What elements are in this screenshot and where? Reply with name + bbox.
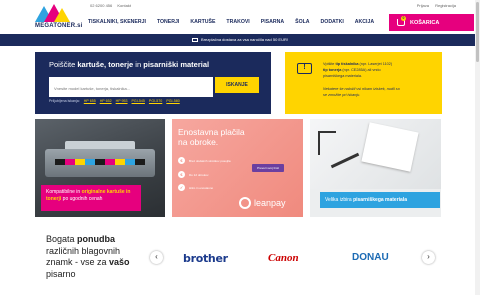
search-input[interactable] — [49, 80, 213, 97]
leanpay-logo-icon — [239, 197, 251, 209]
nav-item-printers[interactable]: TISKALNIKI, SKENERJI — [88, 19, 146, 25]
check-limit-button[interactable]: Preveri svoj limit — [252, 164, 284, 172]
popular-searches: Priljubljena iskanja: HP 655 HP 652 HP 9… — [49, 99, 180, 103]
phone-link[interactable]: 02 6200 456 — [90, 3, 112, 8]
search-title-part: kartuše, tonerje — [77, 60, 134, 69]
popular-tag[interactable]: HP 652 — [100, 99, 112, 103]
benefit-text: Do 12 obrokov — [189, 172, 209, 177]
main-nav: TISKALNIKI, SKENERJI TONERJI KARTUŠE TRA… — [88, 19, 374, 25]
caption-text: pisarniškega materiala — [353, 197, 407, 203]
lamp-image — [318, 131, 336, 155]
promo-caption: Kompatibilne in originalne kartuše in to… — [41, 185, 141, 211]
carousel-prev-button[interactable]: ‹ — [150, 251, 163, 264]
search-title-part: Poiščite — [49, 60, 78, 69]
search-title: Poiščite kartuše, tonerje in pisarniški … — [49, 60, 209, 69]
benefit-text: Hitro in enostavno — [189, 185, 214, 190]
contact-bar: 02 6200 456 Kontakt — [90, 3, 135, 8]
page-scrollbar[interactable] — [475, 0, 480, 295]
logo-text: MEGATONER.si — [35, 23, 83, 29]
header: MEGATONER.si 02 6200 456 Kontakt Prijava… — [0, 0, 480, 34]
promo-card-leanpay[interactable]: Enostavna plačila na obroke. € Brez dodatn… — [172, 119, 303, 217]
tip-text: tip tiskalnika — [335, 62, 359, 66]
tip-line: Nekatere še naložil vsi nikam iziskek, n… — [323, 87, 400, 91]
brand-logo-canon[interactable]: Canon — [268, 252, 299, 264]
caption-text: po ugodnih cenah — [61, 195, 103, 202]
nav-item-sale[interactable]: AKCIJA — [355, 19, 374, 25]
tip-line: tip tonerja (npr. CE285A) ali vrsto — [323, 68, 381, 72]
nav-item-school[interactable]: ŠOLA — [295, 19, 309, 25]
caption-text: Velika izbira — [325, 197, 354, 203]
nav-item-accessories[interactable]: DODATKI — [321, 19, 344, 25]
caption-text: Kompatibilne in — [46, 189, 82, 195]
benefit-row: € Brez dodatnih stroškov posojila — [178, 157, 231, 164]
popular-tag[interactable]: PGI-570 — [149, 99, 162, 103]
promo-caption: Velika izbira pisarniškega materiala — [320, 192, 440, 208]
carousel-next-button[interactable]: › — [422, 251, 435, 264]
scrollbar-thumb[interactable] — [476, 2, 479, 62]
promo-card-cartridges[interactable]: Kompatibilne in originalne kartuše in to… — [35, 119, 165, 217]
benefit-row: € Do 12 obrokov — [178, 171, 209, 178]
cart-count-badge: 0 — [401, 16, 406, 21]
leanpay-logo-text: leanpay — [254, 198, 286, 208]
search-box — [49, 77, 213, 97]
info-icon: ! — [297, 63, 312, 74]
search-button[interactable]: ISKANJE — [215, 77, 259, 93]
shipping-text: Brezplačna dostava za vsa naročila nad 5… — [201, 37, 288, 42]
logo-shape — [54, 8, 70, 22]
brands-text: vašo — [109, 257, 130, 267]
tip-text: Vpišite — [323, 62, 336, 66]
user-nav: Prijava Registracija — [412, 3, 456, 8]
search-panel: Poiščite kartuše, tonerje in pisarniški … — [35, 52, 271, 114]
nav-item-toners[interactable]: TONERJI — [157, 19, 179, 25]
tip-text: (npr. Laserjet 1102) — [358, 62, 393, 66]
nav-item-office[interactable]: PISARNA — [261, 19, 284, 25]
brands-heading: Bogata ponudba različnih blagovnih znamk… — [46, 234, 130, 280]
promo-heading-line: Enostavna plačila — [178, 127, 245, 137]
benefit-text: Brez dodatnih stroškov posojila — [189, 158, 231, 163]
site-logo[interactable]: MEGATONER.si — [35, 4, 85, 32]
tip-text: tip tonerja — [323, 68, 342, 72]
brands-text: Bogata — [46, 234, 78, 244]
promo-card-office[interactable]: Velika izbira pisarniškega materiala — [310, 119, 441, 217]
brands-heading-line: Bogata ponudba — [46, 234, 130, 246]
euro-icon: € — [178, 157, 185, 164]
promo-heading-line: na obroke. — [178, 137, 219, 147]
nav-item-cartridges[interactable]: KARTUŠE — [190, 19, 215, 25]
popular-label: Priljubljena iskanja: — [49, 99, 80, 103]
tip-line: pisarniškega materiala. — [323, 74, 363, 78]
popular-tag[interactable]: HP 655 — [84, 99, 96, 103]
euro-icon: € — [178, 171, 185, 178]
register-link[interactable]: Registracija — [435, 3, 456, 8]
brands-text: znamk - vse za — [46, 257, 110, 267]
nav-item-ribbons[interactable]: TRAKOVI — [226, 19, 249, 25]
contact-link[interactable]: Kontakt — [117, 3, 131, 8]
popular-tag[interactable]: PGI-580 — [166, 99, 179, 103]
popular-tag[interactable]: HP 953 — [116, 99, 128, 103]
brand-logo-donau[interactable]: DONAU — [352, 252, 389, 263]
check-icon: ✓ — [178, 184, 185, 191]
benefit-row: ✓ Hitro in enostavno — [178, 184, 213, 191]
search-title-part: pisarniški material — [143, 60, 210, 69]
brands-heading-line: pisarno — [46, 268, 76, 279]
brand-logo-brother[interactable]: brother — [183, 252, 228, 265]
cart-button[interactable]: 0 KOŠARICA — [389, 14, 474, 31]
tip-text: (npr. CE285A) ali vrsto — [341, 68, 381, 72]
tip-line: Vpišite tip tiskalnika (npr. Laserjet 11… — [323, 62, 392, 66]
popular-tag[interactable]: PGI-545 — [132, 99, 145, 103]
cart-label: KOŠARICA — [410, 19, 440, 26]
brands-heading-line: znamk - vse za vašo — [46, 257, 130, 269]
brands-text: ponudba — [77, 234, 116, 244]
login-link[interactable]: Prijava — [417, 3, 429, 8]
shipping-banner: Brezplačna dostava za vsa naročila nad 5… — [0, 34, 480, 46]
search-title-part: in — [133, 60, 144, 69]
promo-heading: Enostavna plačila na obroke. — [178, 127, 245, 147]
search-tip-panel: ! Vpišite tip tiskalnika (npr. Laserjet … — [285, 52, 442, 114]
brands-heading-line: različnih blagovnih — [46, 245, 121, 256]
tip-line: se zmožite pri iskanju. — [323, 93, 361, 97]
truck-icon — [192, 38, 199, 42]
cartridges-image — [55, 159, 145, 165]
